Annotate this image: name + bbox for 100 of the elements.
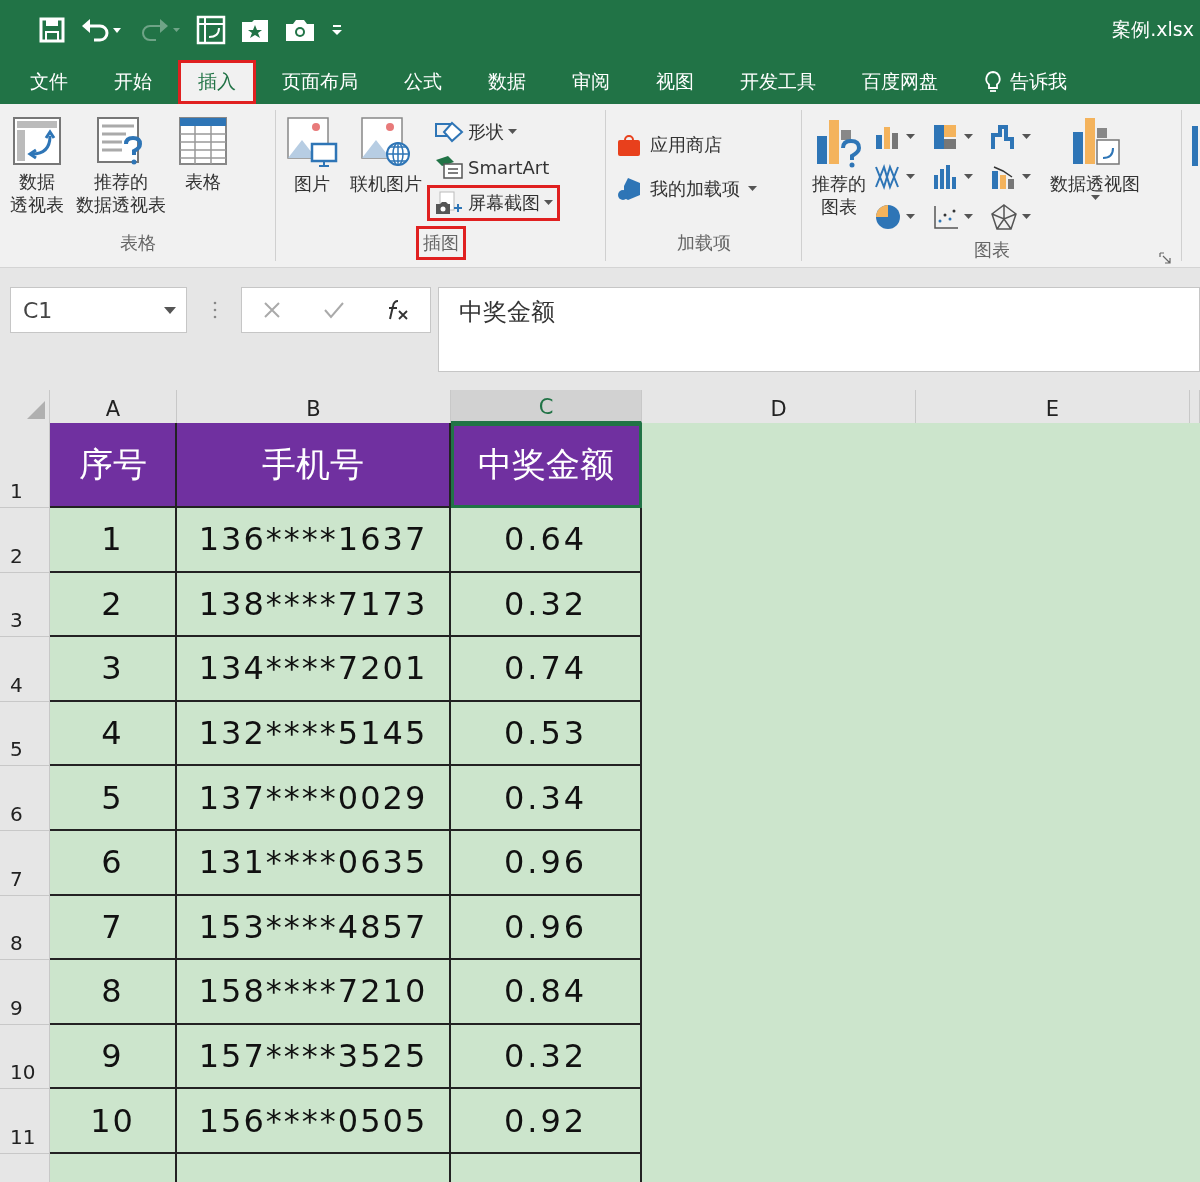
row-header[interactable]: 11 [0,1089,50,1154]
ribbon-small-button[interactable]: 形状 [430,118,521,146]
header-cell: 中奖金额 [451,423,642,508]
recommended-pivot-table-button[interactable]: 推荐的 数据透视表 [72,114,170,229]
table-icon [178,116,228,166]
table-cell: 153****4857 [177,895,451,961]
ribbon-tab[interactable]: 公式 [384,60,462,104]
row-header[interactable]: 1 [0,423,50,508]
tell-me-field[interactable]: 告诉我 [1010,69,1067,95]
table-cell: 6 [50,830,177,896]
ribbon-small-button[interactable]: 应用商店 [612,130,726,160]
screenshot-icon [434,190,464,216]
table-cell: 158****7210 [177,960,451,1025]
shopping-bag-icon [616,132,642,158]
picture-monitor-icon [286,116,338,168]
picture-globe-icon [360,116,412,168]
table-cell: 138****7173 [177,572,451,638]
ribbon-tab[interactable]: 数据 [468,60,546,104]
ribbon-tab[interactable]: 审阅 [552,60,630,104]
column-header[interactable]: E [916,390,1190,423]
row-header[interactable]: 5 [0,701,50,767]
ribbon-small-button[interactable]: 屏幕截图 [430,188,557,218]
row-header[interactable]: 4 [0,637,50,702]
table-cell: 137****0029 [177,766,451,831]
customize-toolbar-icon[interactable] [330,23,344,37]
table-button[interactable]: 表格 [174,114,232,229]
header-cell: 手机号 [177,423,451,508]
ribbon-tab[interactable]: 页面布局 [262,60,378,104]
table-cell: 136****1637 [177,508,451,573]
row-header[interactable]: 8 [0,895,50,961]
save-icon[interactable] [38,16,66,44]
table-cell: 4 [50,701,177,767]
table-cell: 10 [50,1089,177,1154]
grip-icon [213,301,217,319]
ribbon-small-button[interactable]: 我的加载项 [612,174,761,204]
ribbon-small-button[interactable]: SmartArt [430,152,554,182]
pivot-chart-button[interactable]: 数据透视图 [1046,114,1144,236]
formula-field[interactable]: 中奖金额 [438,287,1200,372]
row-header[interactable]: 3 [0,572,50,638]
caret-icon [1090,195,1100,202]
caret-icon [964,134,973,140]
ribbon-tab[interactable]: 开发工具 [720,60,836,104]
pivot-table-icon[interactable] [196,15,226,45]
group-label: 表格 [118,231,157,255]
caret-icon [964,214,973,220]
ribbon-tab[interactable]: 开始 [94,60,172,104]
group-label: 图表 [972,238,1011,262]
recommended-charts-button[interactable]: 推荐的 图表 [808,114,870,236]
caret-icon [906,214,915,220]
row-header[interactable]: 10 [0,1024,50,1090]
chart-icon [874,163,902,191]
table-cell: 134****7201 [177,637,451,702]
lightbulb-icon [984,70,1002,94]
table-cell: 8 [50,960,177,1025]
pictures-button[interactable]: 图片 [282,114,342,229]
table-cell: 131****0635 [177,830,451,896]
row-header[interactable]: 6 [0,766,50,831]
check-icon[interactable] [323,300,345,320]
group-label: 加载项 [675,231,732,255]
caret-icon [164,306,176,314]
online-pictures-button[interactable]: 联机图片 [346,114,426,229]
chart-icon [874,203,902,231]
shapes-icon [434,120,464,144]
table-cell: 9 [50,1024,177,1090]
undo-icon[interactable] [80,16,124,44]
row-header[interactable]: 7 [0,830,50,896]
chart-icon [932,203,960,231]
smartart-icon [434,154,464,180]
table-cell: 5 [50,766,177,831]
ribbon-tab[interactable]: 视图 [636,60,714,104]
row-header[interactable]: 9 [0,960,50,1025]
column-header[interactable]: D [642,390,916,423]
caret-icon [1022,134,1031,140]
table-cell: 1 [50,508,177,573]
add-in-icon [616,176,642,202]
camera-icon[interactable] [284,17,316,43]
ribbon-tab[interactable]: 百度网盘 [842,60,958,104]
pivot-table-icon [12,116,62,166]
ribbon-tab[interactable]: 插入 [178,60,256,104]
group-label: 插图 [418,229,463,257]
table-cell: 3 [50,637,177,702]
ribbon-tab[interactable]: 文件 [10,60,88,104]
row-header[interactable]: 2 [0,508,50,573]
column-header[interactable]: A [50,390,177,423]
caret-icon [906,134,915,140]
caret-icon [906,174,915,180]
cancel-icon[interactable] [262,300,283,320]
dialog-launcher-icon[interactable] [1159,252,1171,264]
table-cell: 157****3525 [177,1024,451,1090]
caret-icon [964,174,973,180]
table-cell: 156****0505 [177,1089,451,1154]
column-header[interactable]: C [451,390,642,423]
header-cell: 序号 [50,423,177,508]
table-cell: 7 [50,895,177,961]
column-header[interactable]: B [177,390,451,423]
window-title: 案例.xlsx [1112,17,1194,42]
pivot-table-button[interactable]: 数据 透视表 [6,114,68,229]
name-box[interactable]: C1 [10,287,187,333]
table-cell: 132****5145 [177,701,451,767]
table-cell: 2 [50,572,177,638]
